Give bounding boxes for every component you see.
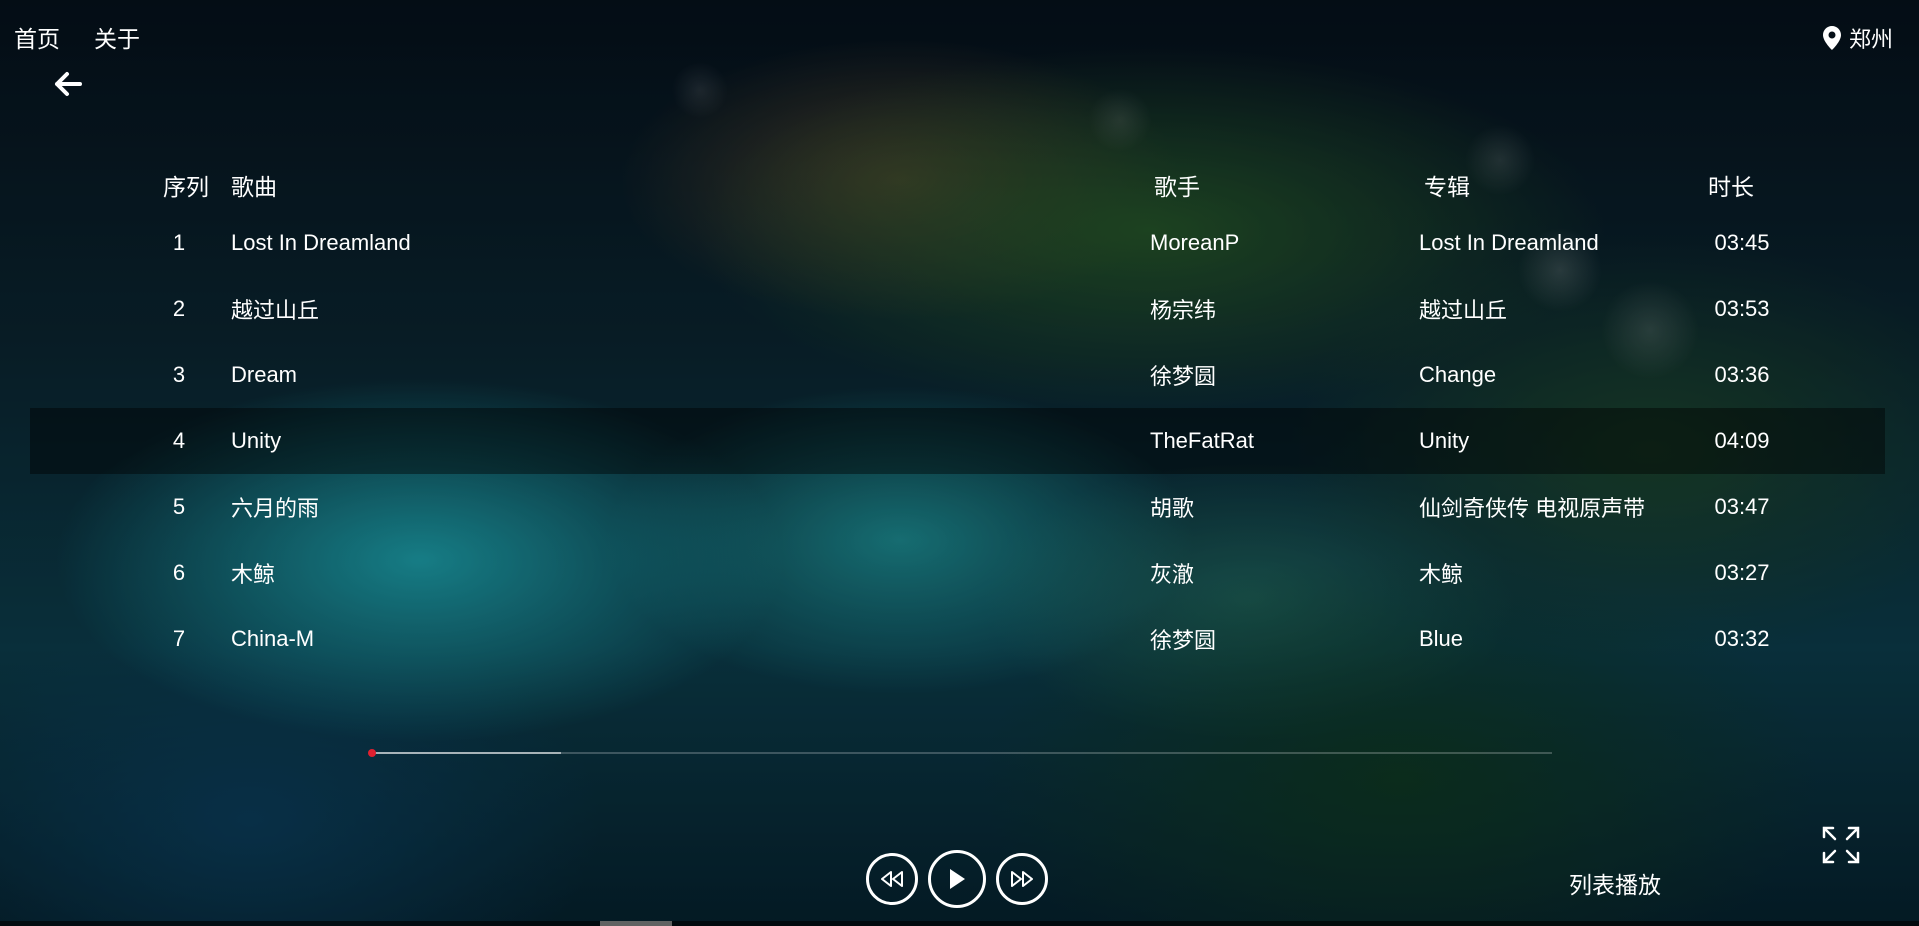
playback-controls xyxy=(866,850,1048,908)
table-row[interactable]: 2 越过山丘 杨宗纬 越过山丘 03:53 xyxy=(30,276,1885,342)
scrollbar-thumb[interactable] xyxy=(600,921,672,926)
header-artist: 歌手 xyxy=(1154,174,1200,200)
row-index: 4 xyxy=(172,428,186,453)
play-button[interactable] xyxy=(928,850,986,908)
next-button[interactable] xyxy=(996,853,1048,905)
row-title: 六月的雨 xyxy=(231,496,320,521)
previous-button[interactable] xyxy=(866,853,918,905)
nav-about-link[interactable]: 关于 xyxy=(94,20,140,54)
row-title: Dream xyxy=(231,362,298,387)
row-title: China-M xyxy=(231,626,315,651)
row-title: 木鲸 xyxy=(231,562,276,587)
row-title: Unity xyxy=(231,428,282,453)
rewind-icon xyxy=(881,871,903,887)
expand-icon xyxy=(1822,826,1860,864)
location-city: 郑州 xyxy=(1848,27,1893,52)
header-title: 歌曲 xyxy=(231,174,277,200)
row-artist: TheFatRat xyxy=(1150,428,1254,453)
row-index: 3 xyxy=(172,362,186,387)
row-artist: 徐梦圆 xyxy=(1150,364,1217,389)
table-row[interactable]: 3 Dream 徐梦圆 Change 03:36 xyxy=(30,342,1885,408)
table-row[interactable]: 1 Lost In Dreamland MoreanP Lost In Drea… xyxy=(30,210,1885,276)
row-title: 越过山丘 xyxy=(231,298,320,323)
row-artist: 杨宗纬 xyxy=(1150,298,1217,323)
row-album: 木鲸 xyxy=(1419,562,1464,587)
row-album: Lost In Dreamland xyxy=(1419,230,1599,255)
row-album: 越过山丘 xyxy=(1419,298,1508,323)
row-album: Unity xyxy=(1419,428,1470,453)
row-artist: 胡歌 xyxy=(1150,496,1195,521)
horizontal-scrollbar[interactable] xyxy=(0,921,1919,926)
top-nav: 首页 关于 xyxy=(14,20,140,54)
row-duration: 03:27 xyxy=(1714,560,1770,585)
header-duration: 时长 xyxy=(1708,174,1754,200)
row-title: Lost In Dreamland xyxy=(231,230,411,255)
row-duration: 04:09 xyxy=(1714,428,1770,453)
row-duration: 03:32 xyxy=(1714,626,1770,651)
row-artist: 徐梦圆 xyxy=(1150,628,1217,653)
arrow-left-icon xyxy=(55,72,82,96)
nav-home-link[interactable]: 首页 xyxy=(14,20,60,54)
row-duration: 03:53 xyxy=(1714,296,1770,321)
header-album: 专辑 xyxy=(1424,174,1470,200)
fast-forward-icon xyxy=(1011,871,1033,887)
row-index: 1 xyxy=(172,230,186,255)
row-album: 仙剑奇侠传 电视原声带 xyxy=(1419,496,1646,521)
progress-bar[interactable] xyxy=(372,752,1552,754)
row-index: 2 xyxy=(172,296,186,321)
location-indicator[interactable]: 郑州 xyxy=(1822,22,1893,54)
play-mode-toggle[interactable]: 列表播放 xyxy=(1569,866,1661,900)
row-index: 7 xyxy=(172,626,186,651)
row-album: Blue xyxy=(1419,626,1464,651)
row-album: Change xyxy=(1419,362,1497,387)
table-row-highlighted[interactable]: 4 Unity TheFatRat Unity 04:09 xyxy=(30,408,1885,474)
play-icon xyxy=(950,869,965,889)
row-artist: MoreanP xyxy=(1150,230,1240,255)
progress-knob[interactable] xyxy=(368,749,376,757)
progress-buffered xyxy=(372,752,561,754)
row-artist: 灰澈 xyxy=(1150,562,1195,587)
table-row[interactable]: 7 China-M 徐梦圆 Blue 03:32 xyxy=(30,606,1885,672)
row-duration: 03:45 xyxy=(1714,230,1770,255)
row-duration: 03:47 xyxy=(1714,494,1770,519)
fullscreen-button[interactable] xyxy=(1821,825,1861,865)
row-duration: 03:36 xyxy=(1714,362,1770,387)
table-row[interactable]: 5 六月的雨 胡歌 仙剑奇侠传 电视原声带 03:47 xyxy=(30,474,1885,540)
table-row[interactable]: 6 木鲸 灰澈 木鲸 03:27 xyxy=(30,540,1885,606)
back-button[interactable] xyxy=(50,66,86,102)
row-index: 6 xyxy=(172,560,186,585)
map-pin-icon xyxy=(1822,26,1841,50)
table-header: 序列 歌曲 歌手 专辑 时长 xyxy=(30,160,1885,210)
song-table: 序列 歌曲 歌手 专辑 时长 1 Lost In Dreamland Morea… xyxy=(30,160,1885,672)
row-index: 5 xyxy=(172,494,186,519)
header-index: 序列 xyxy=(163,174,209,200)
